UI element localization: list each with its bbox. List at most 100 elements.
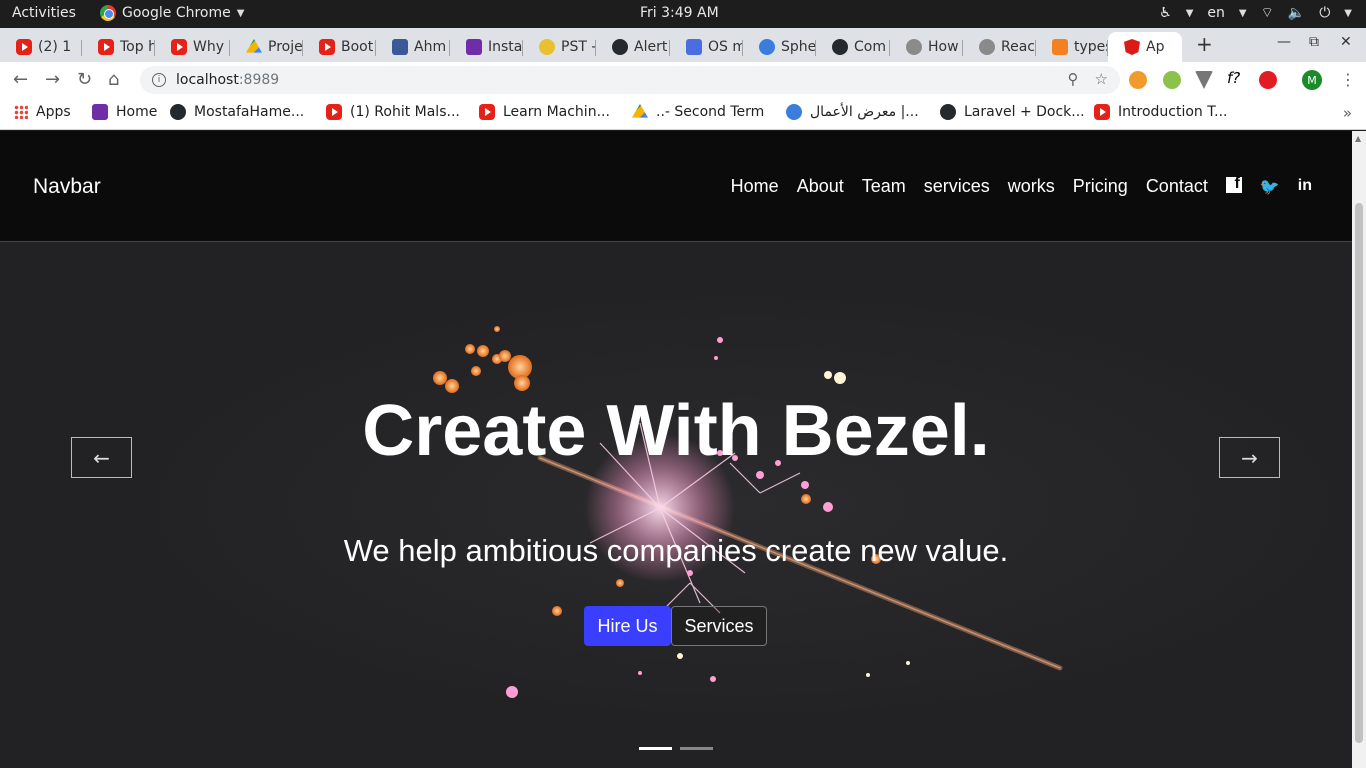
formula-extension-icon[interactable]: f? — [1227, 69, 1245, 87]
wifi-icon[interactable]: ⌔ — [1261, 4, 1274, 22]
bookmark-item[interactable]: (1) Rohit Mals... — [326, 104, 460, 120]
app-menu[interactable]: Google Chrome ▼ — [100, 5, 244, 21]
browser-tab[interactable]: Reac — [963, 32, 1036, 62]
bookmark-item[interactable]: معرض الأعمال |... — [786, 104, 919, 120]
bookmarks-overflow-icon[interactable]: » — [1343, 104, 1352, 122]
hire-us-button[interactable]: Hire Us — [584, 606, 671, 646]
linkedin-icon[interactable]: in — [1298, 177, 1312, 197]
browser-tab[interactable]: PST - — [523, 32, 596, 62]
nav-link-pricing[interactable]: Pricing — [1073, 176, 1128, 197]
nav-link-contact[interactable]: Contact — [1146, 176, 1208, 197]
youtube-icon — [98, 39, 114, 55]
facebook-icon — [392, 39, 408, 55]
bookmark-label: (1) Rohit Mals... — [350, 104, 460, 120]
browser-tab[interactable]: Insta — [450, 32, 523, 62]
carousel-indicator[interactable] — [639, 747, 672, 750]
browser-tab[interactable]: Boot — [303, 32, 376, 62]
extension-icon[interactable] — [1129, 71, 1147, 89]
scrollbar-thumb[interactable] — [1355, 203, 1363, 743]
nav-link-about[interactable]: About — [797, 176, 844, 197]
services-button[interactable]: Services — [671, 606, 767, 646]
tab-title: OS m — [708, 39, 743, 55]
restore-icon[interactable]: ⧉ — [1309, 34, 1319, 50]
bookmark-item[interactable]: Apps — [14, 104, 71, 120]
bookmark-item[interactable]: Introduction T... — [1094, 104, 1227, 120]
sphere-icon — [759, 39, 775, 55]
back-icon[interactable]: ← — [13, 69, 28, 90]
browser-tab[interactable]: Proje — [230, 32, 303, 62]
system-top-bar: Activities Google Chrome ▼ Fri 3:49 AM ♿… — [0, 0, 1366, 28]
adblock-extension-icon[interactable] — [1259, 71, 1277, 89]
hero-title: Create With Bezel. — [362, 391, 990, 471]
bookmark-item[interactable]: Laravel + Dock... — [940, 104, 1085, 120]
power-icon[interactable]: ⏻ — [1319, 5, 1330, 21]
browser-tab[interactable]: (2) 1 — [0, 32, 82, 62]
clock[interactable]: Fri 3:49 AM — [640, 5, 719, 21]
page-scrollbar[interactable]: ▲ — [1352, 131, 1366, 768]
bookmark-item[interactable]: Home — [92, 104, 157, 120]
docs-icon — [686, 39, 702, 55]
browser-tab[interactable]: types — [1036, 32, 1108, 62]
nav-link-team[interactable]: Team — [862, 176, 906, 197]
new-tab-icon[interactable]: + — [1196, 32, 1213, 56]
language-indicator[interactable]: en — [1207, 5, 1225, 21]
minimize-icon[interactable]: — — [1277, 34, 1291, 50]
nav-link-services[interactable]: services — [924, 176, 990, 197]
bookmark-item[interactable]: MostafaHame... — [170, 104, 304, 120]
activities-button[interactable]: Activities — [12, 5, 76, 21]
tab-title: Insta — [488, 39, 523, 55]
chevron-down-icon: ▼ — [1344, 7, 1352, 19]
browser-tab[interactable]: OS m — [670, 32, 743, 62]
volume-icon[interactable]: 🔈 — [1288, 5, 1305, 21]
browser-tab[interactable]: Com — [816, 32, 890, 62]
social-links: f 🐦 in — [1225, 175, 1312, 197]
bookmark-label: Introduction T... — [1118, 104, 1228, 120]
tab-title: How — [928, 39, 959, 55]
browser-tab[interactable]: How — [890, 32, 963, 62]
site-info-icon[interactable]: i — [152, 73, 166, 87]
bookmark-item[interactable]: Learn Machin... — [479, 104, 610, 120]
angular-icon — [1124, 39, 1140, 55]
drive-icon — [246, 39, 262, 53]
close-window-icon[interactable]: ✕ — [1340, 34, 1352, 50]
tab-title: Top h — [120, 39, 155, 55]
system-tray[interactable]: ♿ ▼ en ▼ ⌔ 🔈 ⏻ ▼ — [1159, 4, 1352, 22]
browser-tab[interactable]: Sphe — [743, 32, 816, 62]
scroll-up-icon[interactable]: ▲ — [1355, 134, 1361, 143]
youtube-icon — [16, 39, 32, 55]
tab-title: (2) 1 — [38, 39, 72, 55]
nodejs-extension-icon[interactable] — [1163, 71, 1181, 89]
accessibility-icon[interactable]: ♿ — [1159, 5, 1172, 21]
medium-icon — [940, 104, 956, 120]
tab-title: Ap — [1146, 39, 1165, 55]
browser-tab[interactable]: Top h — [82, 32, 155, 62]
profile-avatar[interactable]: M — [1302, 70, 1322, 90]
carousel-indicator[interactable] — [680, 747, 713, 750]
zoom-icon[interactable]: ⚲ — [1068, 70, 1079, 88]
forward-icon[interactable]: → — [45, 69, 60, 90]
hero-carousel: ← → Create With Bezel. We help ambitious… — [0, 243, 1352, 768]
nav-link-home[interactable]: Home — [731, 176, 779, 197]
browser-tab[interactable]: Ap✕ — [1108, 32, 1182, 62]
portfolio-icon — [786, 104, 802, 120]
tab-title: types — [1074, 39, 1108, 55]
facebook-icon[interactable]: f — [1225, 175, 1242, 193]
app-name: Google Chrome — [122, 5, 231, 21]
browser-tab[interactable]: Alert — [596, 32, 670, 62]
nav-link-works[interactable]: works — [1008, 176, 1055, 197]
menu-kebab-icon[interactable]: ⋮ — [1340, 70, 1356, 89]
browser-toolbar: ← → ↻ ⌂ i localhost:8989 ⚲ ☆ f? M ⋮ — [0, 62, 1366, 98]
address-bar[interactable]: i localhost:8989 ⚲ ☆ — [140, 66, 1120, 94]
twitter-icon[interactable]: 🐦 — [1260, 177, 1280, 197]
bookmark-item[interactable]: ..- Second Term — [632, 104, 764, 120]
navbar-brand[interactable]: Navbar — [33, 175, 101, 199]
tab-title: Boot — [341, 39, 374, 55]
bookmark-star-icon[interactable]: ☆ — [1095, 70, 1108, 88]
browser-tab[interactable]: Ahm — [376, 32, 450, 62]
browser-tab[interactable]: Why — [155, 32, 230, 62]
home-icon[interactable]: ⌂ — [108, 69, 119, 90]
vue-extension-icon[interactable] — [1195, 71, 1213, 89]
reload-icon[interactable]: ↻ — [77, 69, 92, 90]
bookmark-label: MostafaHame... — [194, 104, 305, 120]
site-navbar: Navbar Home About Team services works Pr… — [0, 131, 1352, 242]
